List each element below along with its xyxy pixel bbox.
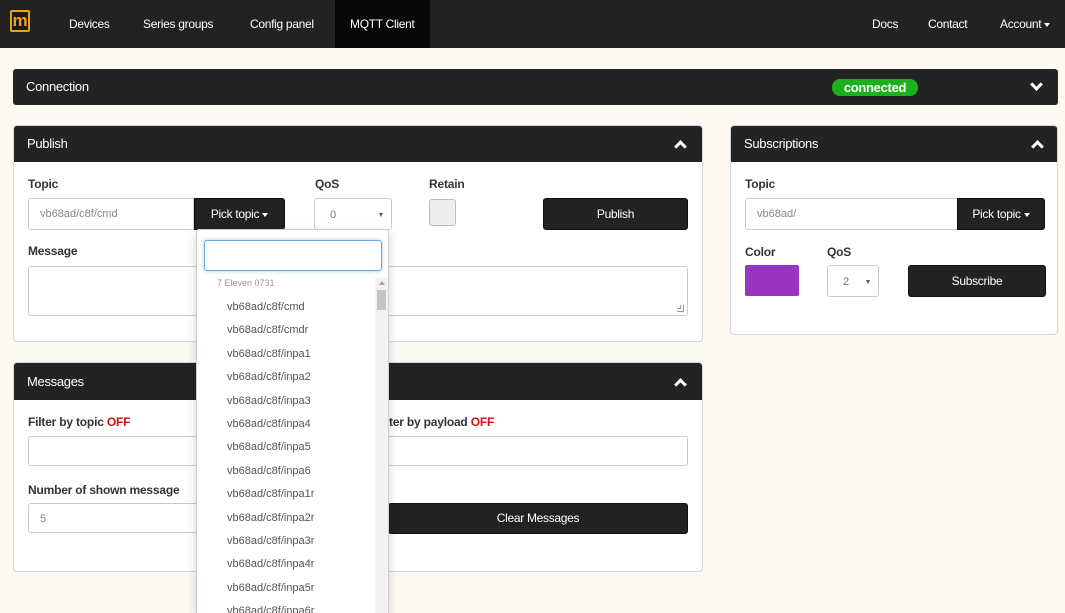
chevron-down-icon [866, 280, 870, 284]
shown-messages-label: Number of shown message [28, 483, 180, 497]
publish-qos-select[interactable]: 0 [314, 198, 392, 230]
nav-account-label: Account [1000, 17, 1042, 31]
dropdown-scrollbar[interactable] [375, 278, 388, 613]
clear-messages-button[interactable]: Clear Messages [388, 503, 688, 534]
publish-title: Publish [27, 136, 68, 151]
chevron-down-icon[interactable] [1030, 78, 1043, 91]
chevron-down-icon [1044, 22, 1051, 27]
top-navbar: m Devices Series groups Config panel MQT… [0, 0, 1065, 48]
subscriptions-title: Subscriptions [744, 136, 819, 151]
pick-topic-dropdown: 7 Eleven 0731 vb68ad/c8f/cmd vb68ad/c8f/c… [196, 229, 389, 613]
topic-option[interactable]: vb68ad/c8f/inpa2r [197, 507, 375, 530]
chevron-up-icon[interactable] [1031, 140, 1044, 153]
shown-messages-input[interactable]: 5 [28, 503, 208, 533]
retain-checkbox[interactable] [429, 199, 456, 226]
pick-topic-label: Pick topic [972, 207, 1021, 221]
chevron-down-icon [379, 213, 383, 217]
filter-payload-input[interactable] [388, 436, 688, 466]
resize-handle-icon[interactable] [677, 305, 684, 312]
nav-docs[interactable]: Docs [872, 0, 898, 48]
subscriptions-header[interactable]: Subscriptions [731, 126, 1057, 162]
topic-option[interactable]: vb68ad/c8f/cmd [197, 296, 375, 319]
topic-option[interactable]: vb68ad/c8f/cmdr [197, 319, 375, 342]
filter-topic-input[interactable] [28, 436, 208, 466]
topic-option[interactable]: vb68ad/c8f/inpa2 [197, 366, 375, 389]
message-label: Message [28, 244, 78, 258]
app-logo[interactable]: m [10, 10, 30, 32]
subscriptions-qos-select[interactable]: 2 [827, 265, 879, 297]
topic-search-input[interactable] [204, 240, 382, 271]
topic-option[interactable]: vb68ad/c8f/inpa6 [197, 460, 375, 483]
publish-header[interactable]: Publish [14, 126, 702, 162]
dropdown-group-header: 7 Eleven 0731 [217, 278, 275, 288]
filter-payload-state[interactable]: OFF [471, 415, 495, 429]
messages-title: Messages [27, 374, 84, 389]
filter-topic-state[interactable]: OFF [107, 415, 131, 429]
subscriptions-topic-input[interactable]: vb68ad/ [745, 198, 958, 230]
publish-retain-label: Retain [429, 177, 465, 191]
nav-mqtt-client[interactable]: MQTT Client [335, 0, 430, 48]
topic-option[interactable]: vb68ad/c8f/inpa5 [197, 436, 375, 459]
topic-option[interactable]: vb68ad/c8f/inpa4 [197, 413, 375, 436]
subscriptions-panel: Subscriptions Topic vb68ad/ Pick topic C… [730, 125, 1058, 335]
filter-topic-text: Filter by topic [28, 415, 104, 429]
scroll-up-icon[interactable] [379, 281, 385, 285]
filter-payload-text: ter by payload [389, 415, 468, 429]
nav-contact[interactable]: Contact [928, 0, 968, 48]
logo-letter: m [12, 11, 28, 30]
nav-series-groups[interactable]: Series groups [143, 0, 213, 48]
publish-button[interactable]: Publish [543, 198, 688, 230]
nav-account-menu[interactable]: Account [1000, 0, 1051, 48]
publish-topic-label: Topic [28, 177, 59, 191]
subscriptions-topic-label: Topic [745, 177, 776, 191]
filter-topic-label: Filter by topic OFF [28, 415, 130, 429]
topic-option[interactable]: vb68ad/c8f/inpa3r [197, 530, 375, 553]
connection-header[interactable]: Connection connected [13, 69, 1058, 105]
topic-list: vb68ad/c8f/cmd vb68ad/c8f/cmdr vb68ad/c8f/… [197, 296, 375, 613]
subscribe-button[interactable]: Subscribe [908, 265, 1046, 297]
publish-qos-value: 0 [330, 209, 337, 221]
publish-pick-topic-button[interactable]: Pick topic [194, 198, 285, 230]
nav-config-panel[interactable]: Config panel [250, 0, 314, 48]
subscriptions-pick-topic-button[interactable]: Pick topic [957, 198, 1045, 230]
topic-option[interactable]: vb68ad/c8f/inpa4r [197, 553, 375, 576]
color-label: Color [745, 245, 776, 259]
scrollbar-thumb[interactable] [377, 290, 386, 310]
subscriptions-qos-value: 2 [843, 276, 850, 288]
topic-option[interactable]: vb68ad/c8f/inpa1 [197, 343, 375, 366]
connection-status-badge: connected [832, 79, 918, 96]
chevron-down-icon [1023, 212, 1030, 217]
pick-topic-label: Pick topic [210, 207, 260, 221]
subscriptions-qos-label: QoS [827, 245, 852, 259]
nav-devices[interactable]: Devices [69, 0, 110, 48]
filter-payload-label: ter by payload OFF [389, 415, 494, 429]
chevron-down-icon [262, 212, 269, 217]
color-swatch[interactable] [745, 265, 799, 296]
topic-option[interactable]: vb68ad/c8f/inpa1r [197, 483, 375, 506]
publish-qos-label: QoS [315, 177, 340, 191]
chevron-up-icon[interactable] [674, 140, 687, 153]
topic-option[interactable]: vb68ad/c8f/inpa3 [197, 390, 375, 413]
publish-topic-input[interactable]: vb68ad/c8f/cmd [28, 198, 194, 230]
connection-title: Connection [26, 79, 89, 94]
chevron-up-icon[interactable] [674, 378, 687, 391]
topic-option[interactable]: vb68ad/c8f/inpa5r [197, 577, 375, 600]
connection-panel: Connection connected [13, 69, 1058, 105]
topic-option[interactable]: vb68ad/c8f/inpa6r [197, 600, 375, 613]
